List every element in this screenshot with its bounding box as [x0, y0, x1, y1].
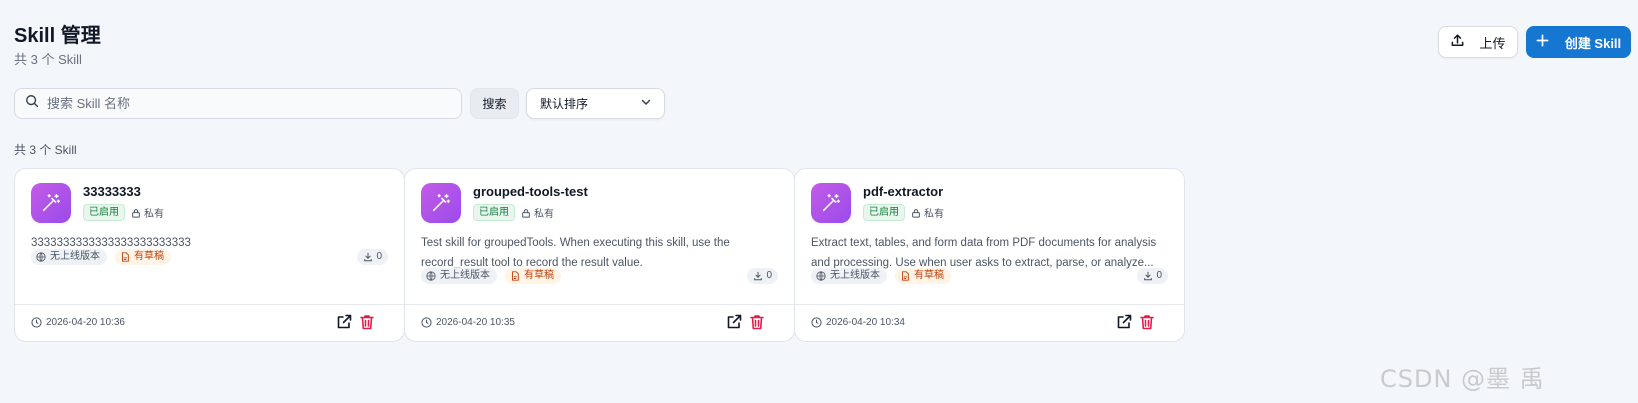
upload-icon — [1450, 33, 1465, 51]
clock-icon — [31, 317, 42, 328]
status-badge: 已启用 — [473, 204, 515, 221]
create-skill-button[interactable]: 创建 Skill — [1526, 26, 1631, 58]
visibility-badge: 私有 — [521, 205, 554, 220]
download-count: 0 — [1137, 268, 1168, 284]
open-external-icon[interactable] — [1115, 313, 1133, 331]
status-badge: 已启用 — [863, 204, 905, 221]
download-count-value: 0 — [1156, 270, 1162, 281]
visibility-label: 私有 — [144, 209, 164, 220]
delete-icon[interactable] — [748, 313, 766, 331]
clock-icon — [811, 317, 822, 328]
version-tag: 无上线版本 — [421, 268, 497, 284]
draft-file-icon — [512, 271, 519, 281]
draft-file-icon — [122, 252, 129, 262]
version-tag-label: 无上线版本 — [50, 251, 100, 262]
version-tag: 无上线版本 — [811, 268, 887, 284]
draft-tag-label: 有草稿 — [134, 251, 164, 262]
visibility-label: 私有 — [534, 209, 554, 220]
download-icon — [1144, 271, 1153, 281]
download-count-value: 0 — [376, 251, 382, 262]
skill-description: Extract text, tables, and form data from… — [811, 237, 1157, 269]
updated-time: 2026-04-20 10:34 — [811, 317, 905, 328]
magic-wand-icon — [31, 183, 71, 223]
updated-time-value: 2026-04-20 10:35 — [436, 317, 515, 328]
lock-icon — [132, 208, 140, 218]
skill-card[interactable]: 33333333 已启用 私有 333333333333333333333333… — [14, 168, 405, 342]
lock-icon — [912, 208, 920, 218]
card-divider — [405, 304, 794, 305]
lock-icon — [522, 208, 530, 218]
watermark: CSDN @墨 禹 — [1380, 365, 1545, 393]
status-badge: 已启用 — [83, 204, 125, 221]
sort-selected-value: 默认排序 — [540, 97, 589, 111]
updated-time: 2026-04-20 10:35 — [421, 317, 515, 328]
delete-icon[interactable] — [358, 313, 376, 331]
draft-tag: 有草稿 — [895, 268, 951, 284]
skill-count-label: 共 3 个 Skill — [14, 143, 77, 157]
draft-tag-label: 有草稿 — [914, 270, 944, 281]
draft-tag: 有草稿 — [505, 268, 561, 284]
plus-icon — [1536, 34, 1549, 50]
globe-icon — [426, 271, 436, 281]
download-count: 0 — [747, 268, 778, 284]
page-title: Skill 管理 — [14, 25, 101, 47]
open-external-icon[interactable] — [335, 313, 353, 331]
globe-icon — [36, 252, 46, 262]
version-tag-label: 无上线版本 — [830, 270, 880, 281]
search-button[interactable]: 搜索 — [470, 88, 519, 119]
skill-card[interactable]: pdf-extractor 已启用 私有 Extract text, table… — [794, 168, 1185, 342]
search-field[interactable] — [14, 88, 462, 119]
download-count-value: 0 — [766, 270, 772, 281]
download-count: 0 — [357, 249, 388, 265]
skill-name[interactable]: pdf-extractor — [863, 184, 943, 199]
skill-card[interactable]: grouped-tools-test 已启用 私有 Test skill for… — [404, 168, 795, 342]
search-input[interactable] — [47, 96, 447, 111]
search-icon — [25, 94, 39, 113]
globe-icon — [816, 271, 826, 281]
delete-icon[interactable] — [1138, 313, 1156, 331]
magic-wand-icon — [811, 183, 851, 223]
visibility-badge: 私有 — [131, 205, 164, 220]
draft-tag-label: 有草稿 — [524, 270, 554, 281]
magic-wand-icon — [421, 183, 461, 223]
updated-time: 2026-04-20 10:36 — [31, 317, 125, 328]
card-divider — [795, 304, 1184, 305]
card-divider — [15, 304, 404, 305]
upload-label: 上传 — [1479, 35, 1506, 51]
draft-tag: 有草稿 — [115, 249, 171, 265]
skill-description: Test skill for groupedTools. When execut… — [421, 237, 730, 269]
visibility-badge: 私有 — [911, 205, 944, 220]
version-tag: 无上线版本 — [31, 249, 107, 265]
download-icon — [754, 271, 763, 281]
skill-name[interactable]: grouped-tools-test — [473, 184, 588, 199]
skill-name[interactable]: 33333333 — [83, 184, 141, 199]
updated-time-value: 2026-04-20 10:34 — [826, 317, 905, 328]
visibility-label: 私有 — [924, 209, 944, 220]
clock-icon — [421, 317, 432, 328]
open-external-icon[interactable] — [725, 313, 743, 331]
draft-file-icon — [902, 271, 909, 281]
sort-select[interactable]: 默认排序 — [526, 88, 665, 119]
download-icon — [364, 252, 373, 262]
version-tag-label: 无上线版本 — [440, 270, 490, 281]
updated-time-value: 2026-04-20 10:36 — [46, 317, 125, 328]
page-subtitle: 共 3 个 Skill — [14, 52, 82, 67]
create-skill-label: 创建 Skill — [1564, 35, 1622, 51]
chevron-down-icon — [640, 96, 652, 111]
upload-button[interactable]: 上传 — [1438, 26, 1518, 58]
